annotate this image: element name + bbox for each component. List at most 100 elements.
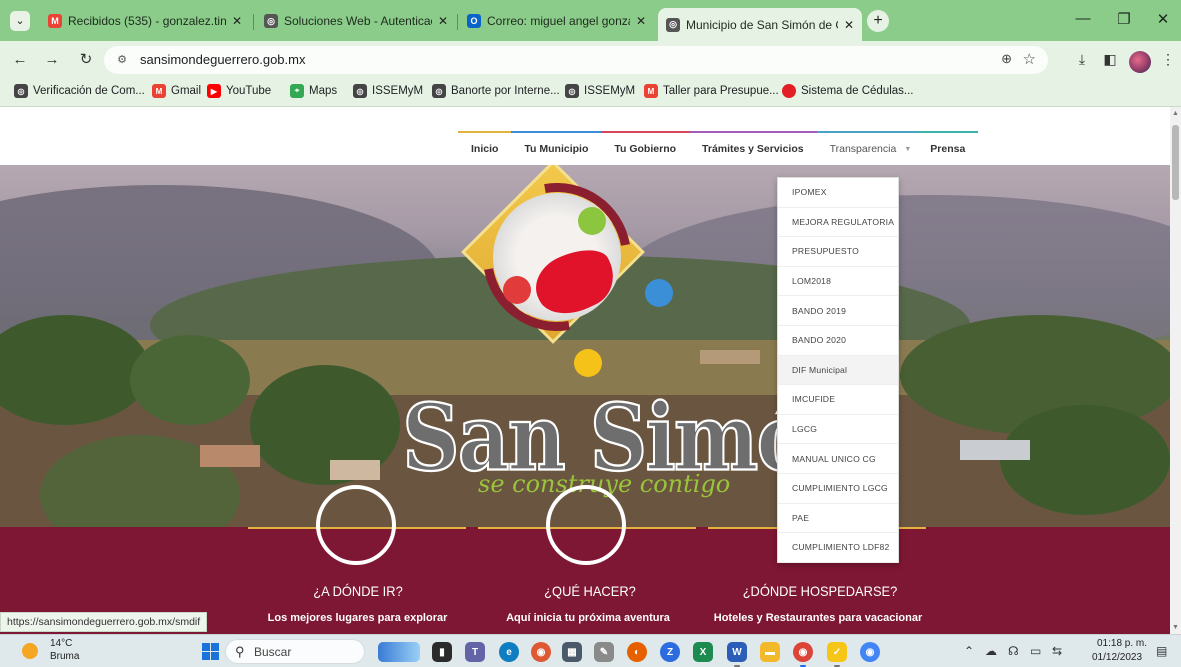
dropdown-item-lom2018[interactable]: LOM2018 <box>778 267 898 297</box>
dropdown-item-cumplimiento-ldf82[interactable]: CUMPLIMIENTO LDF82 <box>778 533 898 563</box>
nav-transparencia[interactable]: Transparencia ▼ <box>816 131 918 165</box>
chevron-up-icon[interactable]: ⌃ <box>964 644 974 658</box>
weather-icon[interactable] <box>22 643 38 659</box>
nav-prensa[interactable]: Prensa <box>917 131 979 165</box>
weather-temp[interactable]: 14°C <box>50 638 72 649</box>
forward-icon[interactable]: → <box>42 50 62 70</box>
feature-circle-donde-ir[interactable] <box>316 485 396 565</box>
bookmarks-bar: ◎ Verificación de Com... M Gmail ▶ YouTu… <box>0 79 1181 107</box>
restore-icon[interactable]: ❐ <box>1112 10 1136 28</box>
dropdown-item-dif-municipal[interactable]: DIF Municipal <box>778 355 898 386</box>
scroll-down-icon[interactable]: ▼ <box>1170 624 1181 631</box>
bookmark-maps[interactable]: ⌖ Maps <box>290 84 337 98</box>
scroll-up-icon[interactable]: ▲ <box>1170 110 1181 117</box>
house-roof <box>700 350 760 364</box>
house-roof <box>960 440 1030 460</box>
close-icon[interactable]: ✕ <box>232 14 242 28</box>
feature-title-que-hacer[interactable]: ¿QUÉ HACER? <box>535 583 645 599</box>
dropdown-item-manual-unico-cg[interactable]: MANUAL UNICO CG <box>778 444 898 474</box>
bookmark-gmail[interactable]: M Gmail <box>152 84 201 98</box>
nav-tu-gobierno[interactable]: Tu Gobierno <box>601 131 690 165</box>
dropdown-item-mejora-regulatoria[interactable]: MEJORA REGULATORIA <box>778 208 898 238</box>
firefox-icon[interactable]: ◐ <box>627 642 647 662</box>
tab-search-button[interactable]: ⌄ <box>10 11 30 31</box>
calculator-icon[interactable]: ▦ <box>562 642 582 662</box>
site-info-icon[interactable]: ⚙ <box>114 52 130 68</box>
dropdown-item-imcufide[interactable]: IMCUFIDE <box>778 385 898 415</box>
more-menu-icon[interactable]: ⋮ <box>1158 51 1178 68</box>
excel-icon[interactable]: X <box>693 642 713 662</box>
teams-icon[interactable]: T <box>465 642 485 662</box>
dropdown-item-pae[interactable]: PAE <box>778 504 898 534</box>
weather-desc[interactable]: Bruma <box>50 651 79 662</box>
task-view-icon[interactable]: ▮ <box>432 642 452 662</box>
back-icon[interactable]: ← <box>10 50 30 70</box>
clock-time[interactable]: 01:18 p. m. <box>1097 638 1147 649</box>
file-explorer-icon[interactable]: ▬ <box>760 642 780 662</box>
logo-blue-dot <box>645 279 673 307</box>
norton-icon[interactable]: ✓ <box>827 642 847 662</box>
url-text[interactable]: sansimondeguerrero.gob.mx <box>140 52 305 67</box>
download-icon[interactable]: ⤓ <box>1072 51 1092 68</box>
bookmark-issemym-1[interactable]: ◎ ISSEMyM <box>353 84 423 98</box>
network-icon[interactable]: ⇆ <box>1052 644 1062 658</box>
chrome-icon[interactable]: ◉ <box>531 642 551 662</box>
bookmark-youtube[interactable]: ▶ YouTube <box>207 84 271 98</box>
nav-transparencia-label: Transparencia <box>829 143 897 155</box>
minimize-icon[interactable]: — <box>1071 10 1095 27</box>
zoom-app-icon[interactable]: Z <box>660 642 680 662</box>
close-window-icon[interactable]: ✕ <box>1151 10 1175 28</box>
bookmark-label: Taller para Presupue... <box>663 85 779 97</box>
scrollbar-thumb[interactable] <box>1172 125 1179 200</box>
address-bar[interactable]: ⚙ sansimondeguerrero.gob.mx ⊕ ☆ <box>104 46 1048 74</box>
feature-title-donde-ir[interactable]: ¿A DÓNDE IR? <box>303 583 413 599</box>
dropdown-item-lgcg[interactable]: LGCG <box>778 415 898 445</box>
new-tab-button[interactable]: + <box>867 10 889 32</box>
reload-icon[interactable]: ↻ <box>76 50 96 70</box>
close-icon[interactable]: ✕ <box>438 14 448 28</box>
feature-title-donde-hospedarse[interactable]: ¿DÓNDE HOSPEDARSE? <box>742 583 898 599</box>
dropdown-item-bando-2019[interactable]: BANDO 2019 <box>778 296 898 326</box>
nav-tu-municipio[interactable]: Tu Municipio <box>511 131 602 165</box>
edge-icon[interactable]: e <box>499 642 519 662</box>
headset-icon[interactable]: ☊ <box>1008 644 1019 658</box>
profile-avatar[interactable] <box>1129 51 1151 73</box>
close-icon[interactable]: ✕ <box>844 18 854 32</box>
zoom-icon[interactable]: ⊕ <box>1001 51 1012 67</box>
bookmark-taller[interactable]: M Taller para Presupue... <box>644 84 779 98</box>
page-scrollbar[interactable]: ▲ ▼ <box>1170 107 1181 634</box>
tab-gmail[interactable]: M Recibidos (535) - gonzalez.tino ✕ <box>40 8 250 34</box>
bookmark-issemym-2[interactable]: ◎ ISSEMyM <box>565 84 635 98</box>
taskbar-search[interactable]: ⚲ Buscar <box>225 639 365 664</box>
nav-tramites-servicios[interactable]: Trámites y Servicios <box>689 131 817 165</box>
bookmark-verificacion[interactable]: ◎ Verificación de Com... <box>14 84 145 98</box>
feature-circle-que-hacer[interactable] <box>546 485 626 565</box>
onedrive-icon[interactable]: ☁ <box>985 644 997 658</box>
gmail-icon: M <box>152 84 166 98</box>
tab-municipio-active[interactable]: ◎ Municipio de San Simón de Gu ✕ <box>658 8 862 41</box>
dropdown-item-presupuesto[interactable]: PRESUPUESTO <box>778 237 898 267</box>
tab-outlook[interactable]: O Correo: miguel angel gonzalez ✕ <box>459 8 654 34</box>
close-icon[interactable]: ✕ <box>636 14 646 28</box>
windows-start-icon[interactable] <box>202 643 219 660</box>
chrome-profile-icon[interactable]: ◉ <box>860 642 880 662</box>
bookmark-sistema-cedulas[interactable]: Sistema de Cédulas... <box>782 84 914 98</box>
bookmark-star-icon[interactable]: ☆ <box>1023 50 1036 68</box>
search-icon: ⚲ <box>235 644 245 659</box>
nav-inicio[interactable]: Inicio <box>458 131 512 165</box>
dropdown-item-ipomex[interactable]: IPOMEX <box>778 178 898 208</box>
dropdown-item-bando-2020[interactable]: BANDO 2020 <box>778 326 898 356</box>
display-icon[interactable]: ▭ <box>1030 644 1041 658</box>
side-panel-icon[interactable]: ◧ <box>1100 51 1120 68</box>
globe-icon: ◎ <box>565 84 579 98</box>
clock-date[interactable]: 01/12/2023 <box>1092 652 1142 663</box>
dropdown-item-cumplimiento-lgcg[interactable]: CUMPLIMIENTO LGCG <box>778 474 898 504</box>
notepad-icon[interactable]: ✎ <box>594 642 614 662</box>
notification-icon[interactable]: ▤ <box>1156 644 1167 658</box>
widgets-icon[interactable] <box>378 642 420 662</box>
bookmark-label: ISSEMyM <box>584 85 636 97</box>
tab-soluciones-web[interactable]: ◎ Soluciones Web - Autenticación ✕ <box>256 8 456 34</box>
chrome-profile-icon[interactable]: ◉ <box>793 642 813 662</box>
word-icon[interactable]: W <box>727 642 747 662</box>
bookmark-banorte[interactable]: ◎ Banorte por Interne... <box>432 84 560 98</box>
